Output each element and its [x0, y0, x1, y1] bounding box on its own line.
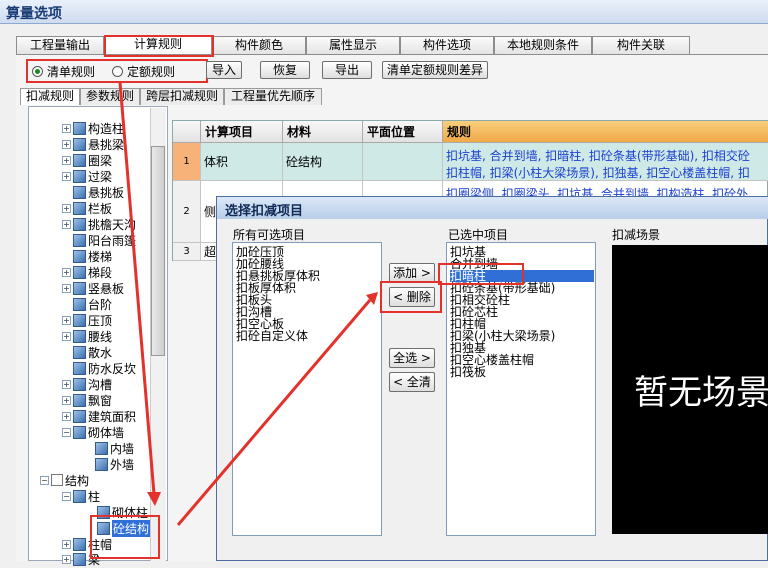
arrow-line — [176, 299, 372, 526]
arrow-line — [118, 81, 156, 495]
annotation-arrows — [118, 81, 378, 526]
arrowhead-icon — [147, 492, 161, 506]
